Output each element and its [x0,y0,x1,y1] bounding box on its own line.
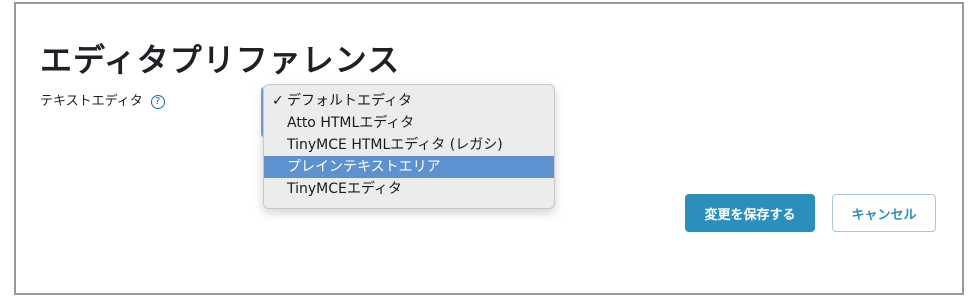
option-tinymce-editor[interactable]: TinyMCEエディタ [264,178,554,200]
save-changes-button[interactable]: 変更を保存する [685,194,815,232]
option-atto-editor[interactable]: Atto HTMLエディタ [264,112,554,134]
option-label: デフォルトエディタ [287,93,413,109]
checkmark-icon: ✓ [272,93,284,109]
option-label: プレインテキストエリア [287,159,441,175]
editor-field-label-text: テキストエディタ [40,94,143,109]
option-label: Atto HTMLエディタ [287,115,415,131]
option-default-editor[interactable]: ✓ デフォルトエディタ [264,90,554,112]
cancel-button[interactable]: キャンセル [832,194,936,232]
option-label: TinyMCE HTMLエディタ (レガシ) [287,137,503,153]
editor-select-dropdown[interactable]: ✓ デフォルトエディタ Atto HTMLエディタ TinyMCE HTMLエディ… [263,84,555,209]
question-circle-icon[interactable]: ? [150,95,165,109]
preferences-panel: エディタプリファレンス テキストエディタ ? ✓ デフォルトエディタ Atto H… [14,2,964,295]
option-plain-textarea[interactable]: プレインテキストエリア [264,156,554,178]
option-tinymce-legacy-editor[interactable]: TinyMCE HTMLエディタ (レガシ) [264,134,554,156]
page-title: エディタプリファレンス [40,41,401,79]
editor-field-label: テキストエディタ ? [40,93,165,111]
option-label: TinyMCEエディタ [287,181,402,197]
